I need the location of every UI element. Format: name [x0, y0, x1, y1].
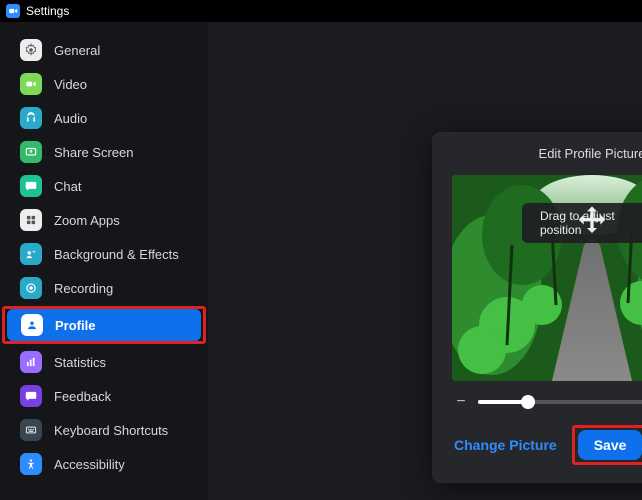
save-button[interactable]: Save [578, 430, 642, 460]
modal-title: Edit Profile Picture [452, 146, 642, 161]
sidebar-item-zoom-apps[interactable]: Zoom Apps [6, 204, 202, 236]
change-picture-button[interactable]: Change Picture [452, 431, 559, 459]
sidebar-item-label: Recording [54, 281, 113, 296]
chat-icon [20, 175, 42, 197]
sidebar-item-label: Keyboard Shortcuts [54, 423, 168, 438]
sidebar-item-label: Profile [55, 318, 95, 333]
sidebar-item-label: Chat [54, 179, 81, 194]
settings-sidebar: General Video Audio Share Screen [0, 22, 208, 500]
highlight-save: Save [572, 425, 642, 465]
statistics-icon [20, 351, 42, 373]
sidebar-item-share-screen[interactable]: Share Screen [6, 136, 202, 168]
background-icon [20, 243, 42, 265]
profile-panel: Argentina ion tures Edit Profile Picture [208, 22, 642, 500]
sidebar-item-profile[interactable]: Profile [7, 309, 201, 341]
edit-profile-picture-modal: Edit Profile Picture [432, 132, 642, 483]
recording-icon [20, 277, 42, 299]
share-screen-icon [20, 141, 42, 163]
video-icon [20, 73, 42, 95]
sidebar-item-audio[interactable]: Audio [6, 102, 202, 134]
sidebar-item-video[interactable]: Video [6, 68, 202, 100]
sidebar-item-label: Feedback [54, 389, 111, 404]
apps-icon [20, 209, 42, 231]
zoom-slider[interactable] [478, 400, 642, 404]
sidebar-item-label: Statistics [54, 355, 106, 370]
sidebar-item-accessibility[interactable]: Accessibility [6, 448, 202, 480]
accessibility-icon [20, 453, 42, 475]
gear-icon [20, 39, 42, 61]
sidebar-item-recording[interactable]: Recording [6, 272, 202, 304]
sidebar-item-label: Accessibility [54, 457, 125, 472]
sidebar-item-statistics[interactable]: Statistics [6, 346, 202, 378]
modal-actions: Change Picture Save Cancel [452, 425, 642, 465]
sidebar-item-label: General [54, 43, 100, 58]
profile-icon [21, 314, 43, 336]
feedback-icon [20, 385, 42, 407]
sidebar-item-background-effects[interactable]: Background & Effects [6, 238, 202, 270]
sidebar-item-keyboard-shortcuts[interactable]: Keyboard Shortcuts [6, 414, 202, 446]
keyboard-icon [20, 419, 42, 441]
zoom-out-icon[interactable]: − [454, 393, 468, 411]
sidebar-item-label: Video [54, 77, 87, 92]
sidebar-item-label: Zoom Apps [54, 213, 120, 228]
zoom-slider-thumb[interactable] [521, 395, 535, 409]
zoom-slider-row: − + [454, 393, 642, 411]
sidebar-item-feedback[interactable]: Feedback [6, 380, 202, 412]
highlight-profile: Profile [2, 306, 206, 344]
picture-crop-area[interactable]: Drag to adjust position [452, 175, 642, 381]
sidebar-item-label: Audio [54, 111, 87, 126]
app-logo-icon [6, 4, 20, 18]
drag-hint: Drag to adjust position [522, 203, 642, 243]
titlebar: Settings [0, 0, 642, 22]
window-title: Settings [26, 4, 69, 18]
sidebar-item-label: Background & Effects [54, 247, 179, 262]
sidebar-item-chat[interactable]: Chat [6, 170, 202, 202]
sidebar-item-general[interactable]: General [6, 34, 202, 66]
sidebar-item-label: Share Screen [54, 145, 134, 160]
headphones-icon [20, 107, 42, 129]
